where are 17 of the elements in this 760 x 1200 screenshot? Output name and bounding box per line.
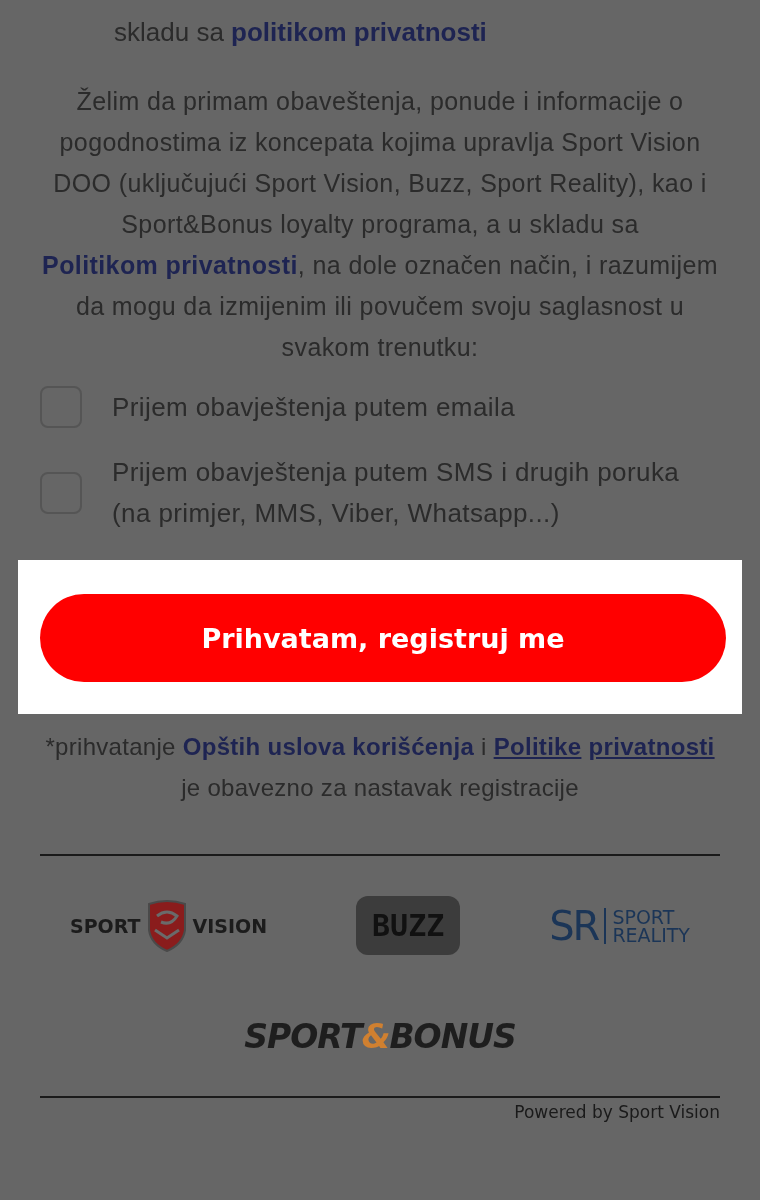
logo-mark: SR xyxy=(549,902,599,949)
consent-text: skladu sa politikom privatnosti xyxy=(114,16,488,49)
logo-text: SPORT REALITY xyxy=(612,907,690,944)
privacy-link[interactable]: politikom privatnosti xyxy=(231,17,487,47)
privacy-link[interactable]: Politikom privatnosti xyxy=(42,251,298,279)
register-button[interactable]: Prihvatam, registruj me xyxy=(40,594,726,682)
powered-by-text: Powered by Sport Vision xyxy=(513,1102,720,1122)
consent-text: Želim da primam obaveštenja, ponude i informacije o pogodnostima iz koncepata kojima upravlja Sport Vision DOO (uključujući Sport Vision, Buzz, Sport Reality), kao i Sport&Bonus loyalty programa, a u skladu sa Politikom privatnosti, na dole označen način, i razumijem da mogu da izmijenim ili povučem svoju saglasnost u svakom trenutku: xyxy=(41,86,719,363)
terms-link[interactable]: privatnosti xyxy=(588,733,715,760)
logo-text: VISION xyxy=(192,914,268,937)
terms-note: *prihvatanje Opštih uslova korišćenja i Politike privatnosti je obavezno za nastavak registracije xyxy=(44,732,716,803)
checkbox-label: Prijem obavještenja putem emaila xyxy=(112,390,515,424)
logo-text: SPORT xyxy=(70,914,141,937)
terms-link[interactable]: Opštih uslova korišćenja xyxy=(182,733,475,760)
checkbox-label: Prijem obavještenja putem SMS i drugih poruka (na primjer, MMS, Viber, Whatsapp...) xyxy=(112,456,681,530)
terms-link[interactable]: Politike xyxy=(493,733,582,760)
sport-bonus-logo: SPORT&BONUS xyxy=(243,1017,517,1056)
